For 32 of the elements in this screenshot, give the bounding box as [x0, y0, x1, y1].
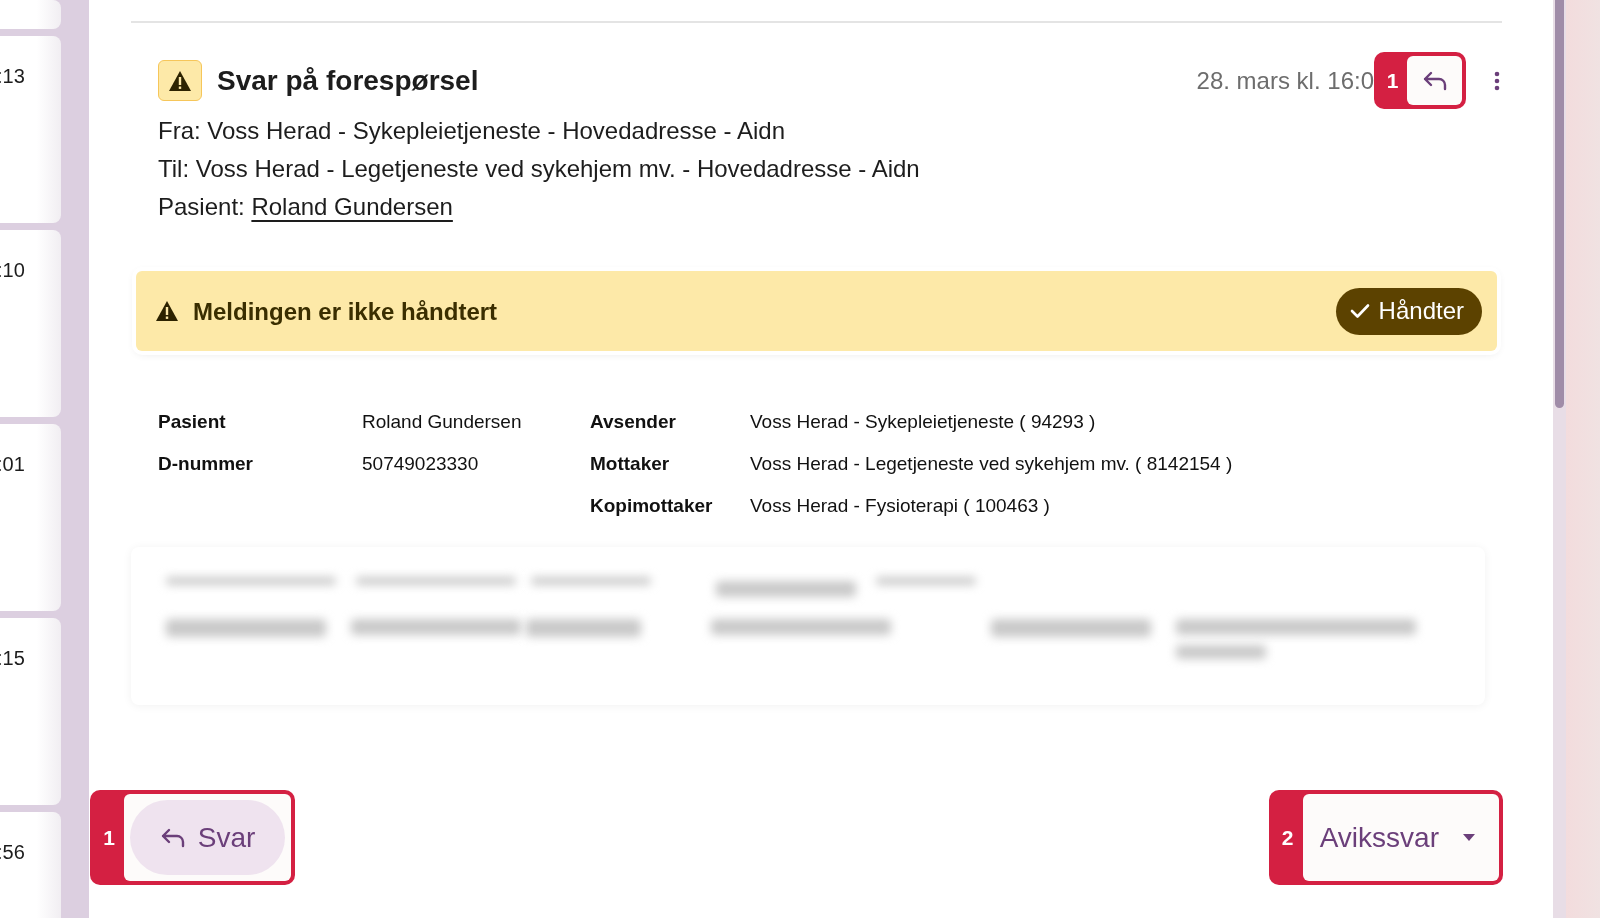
detail-value: Voss Herad - Legetjeneste ved sykehjem mv. ( 8142154 )	[750, 453, 1234, 475]
detail-label: Mottaker	[590, 453, 671, 475]
address-line: Fra: Voss Herad - Sykepleietjeneste - Hovedadresse - Aidn	[157, 116, 786, 146]
reply-button[interactable]	[1407, 56, 1462, 105]
warning-icon	[155, 300, 179, 322]
status-text: Meldingen er ikke håndtert	[193, 298, 499, 326]
annotation-number: 1	[1385, 67, 1400, 94]
caret-icon	[1463, 834, 1475, 841]
deviation-dropdown[interactable]: Avikssvar	[1302, 794, 1499, 881]
reply-button[interactable]: Svar	[130, 800, 285, 875]
message-title: Svar på forespørsel	[217, 64, 480, 97]
detail-label: Kopimottaker	[590, 495, 714, 517]
detail-value: 50749023330	[362, 453, 480, 475]
message-date: 28. mars kl. 16:0	[1196, 66, 1374, 95]
handle-button[interactable]: Håndter	[1335, 287, 1482, 335]
patient-link[interactable]: Roland Gundersen	[251, 193, 453, 220]
scrollbar-thumb[interactable]	[1555, 0, 1564, 408]
detail-value: Voss Herad - Sykepleietjeneste ( 94293 )	[750, 411, 1097, 433]
check-icon	[1349, 303, 1370, 319]
annotation-number: 2	[1280, 824, 1295, 851]
more-icon[interactable]	[1494, 70, 1500, 91]
detail-label: D-nummer	[158, 453, 254, 475]
detail-value: Roland Gundersen	[362, 411, 523, 433]
reply-icon	[159, 826, 186, 849]
detail-value: Voss Herad - Fysioterapi ( 100463 )	[750, 495, 1051, 517]
detail-label: Avsender	[590, 411, 677, 433]
annotation-number: 1	[102, 824, 116, 851]
warning-icon	[168, 69, 192, 92]
address-line: Til: Voss Herad - Legetjeneste ved sykehjem mv. - Hovedadresse - Aidn	[157, 154, 921, 184]
reply-icon	[1421, 69, 1448, 92]
patient-label: Pasient:	[158, 193, 245, 220]
detail-label: Pasient	[158, 411, 227, 433]
